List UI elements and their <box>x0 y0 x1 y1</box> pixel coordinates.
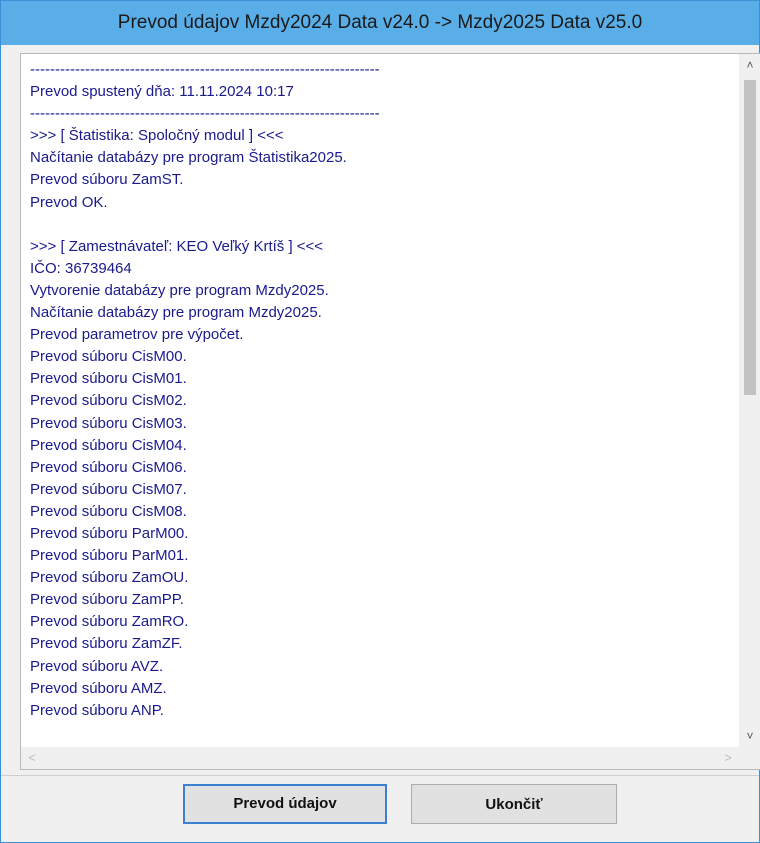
log-panel[interactable]: ----------------------------------------… <box>20 53 760 770</box>
log-line: Prevod súboru AVZ. <box>30 657 164 675</box>
log-line: Prevod súboru CisM08. <box>30 502 187 520</box>
log-line: Prevod súboru CisM01. <box>30 370 187 388</box>
convert-button[interactable]: Prevod údajov <box>183 784 387 824</box>
log-line: Prevod súboru ZamOU. <box>30 569 189 587</box>
log-line: Prevod súboru CisM04. <box>30 436 187 454</box>
scrollbar-corner <box>739 747 760 769</box>
converter-window: Prevod údajov Mzdy2024 Data v24.0 -> Mzd… <box>0 0 760 843</box>
log-line: Načítanie databázy pre program Mzdy2025. <box>30 304 322 322</box>
log-line: Prevod súboru ZamZF. <box>30 635 183 653</box>
exit-button[interactable]: Ukončiť <box>411 784 617 824</box>
log-line: Prevod súboru CisM07. <box>30 480 187 498</box>
chevron-up-icon[interactable]: ˄ <box>739 54 760 76</box>
horizontal-scrollbar[interactable]: < > <box>21 747 739 769</box>
log-line: ----------------------------------------… <box>30 105 380 123</box>
log-line: Prevod súboru CisM00. <box>30 348 187 366</box>
vertical-scrollbar[interactable]: ˄ ˅ <box>739 54 760 747</box>
log-line: Prevod súboru ParM00. <box>30 524 189 542</box>
log-line: IČO: 36739464 <box>30 259 132 277</box>
log-line: ----------------------------------------… <box>30 61 380 78</box>
log-line: >>> [ Zamestnávateľ: KEO Veľký Krtíš ] <… <box>30 237 324 255</box>
log-line: Vytvorenie databázy pre program Mzdy2025… <box>30 281 329 299</box>
log-line: Prevod súboru CisM06. <box>30 458 187 476</box>
log-line: Prevod súboru CisM02. <box>30 392 187 410</box>
log-line: >>> [ Štatistika: Spoločný modul ] <<< <box>30 127 284 145</box>
log-line: Prevod parametrov pre výpočet. <box>30 326 244 344</box>
vertical-scroll-thumb[interactable] <box>744 80 756 395</box>
log-line: Prevod súboru ANP. <box>30 701 164 719</box>
log-line: Prevod súboru CisM03. <box>30 414 187 432</box>
log-line: Prevod súboru ZamST. <box>30 171 184 189</box>
chevron-down-icon[interactable]: ˅ <box>739 725 760 747</box>
log-line: Prevod súboru AMZ. <box>30 679 167 697</box>
log-text: ----------------------------------------… <box>30 59 730 735</box>
button-bar-divider <box>1 775 759 776</box>
log-line: Prevod spustený dňa: 11.11.2024 10:17 <box>30 83 294 101</box>
log-line: Prevod OK. <box>30 193 108 211</box>
chevron-right-icon[interactable]: > <box>717 747 739 769</box>
log-line: Prevod súboru ParM01. <box>30 547 189 565</box>
log-line: Prevod súboru ZamRO. <box>30 613 189 631</box>
chevron-left-icon[interactable]: < <box>21 747 43 769</box>
log-line: Načítanie databázy pre program Štatistik… <box>30 149 347 167</box>
window-title: Prevod údajov Mzdy2024 Data v24.0 -> Mzd… <box>1 1 759 45</box>
log-line: Prevod súboru ZamPP. <box>30 591 184 609</box>
